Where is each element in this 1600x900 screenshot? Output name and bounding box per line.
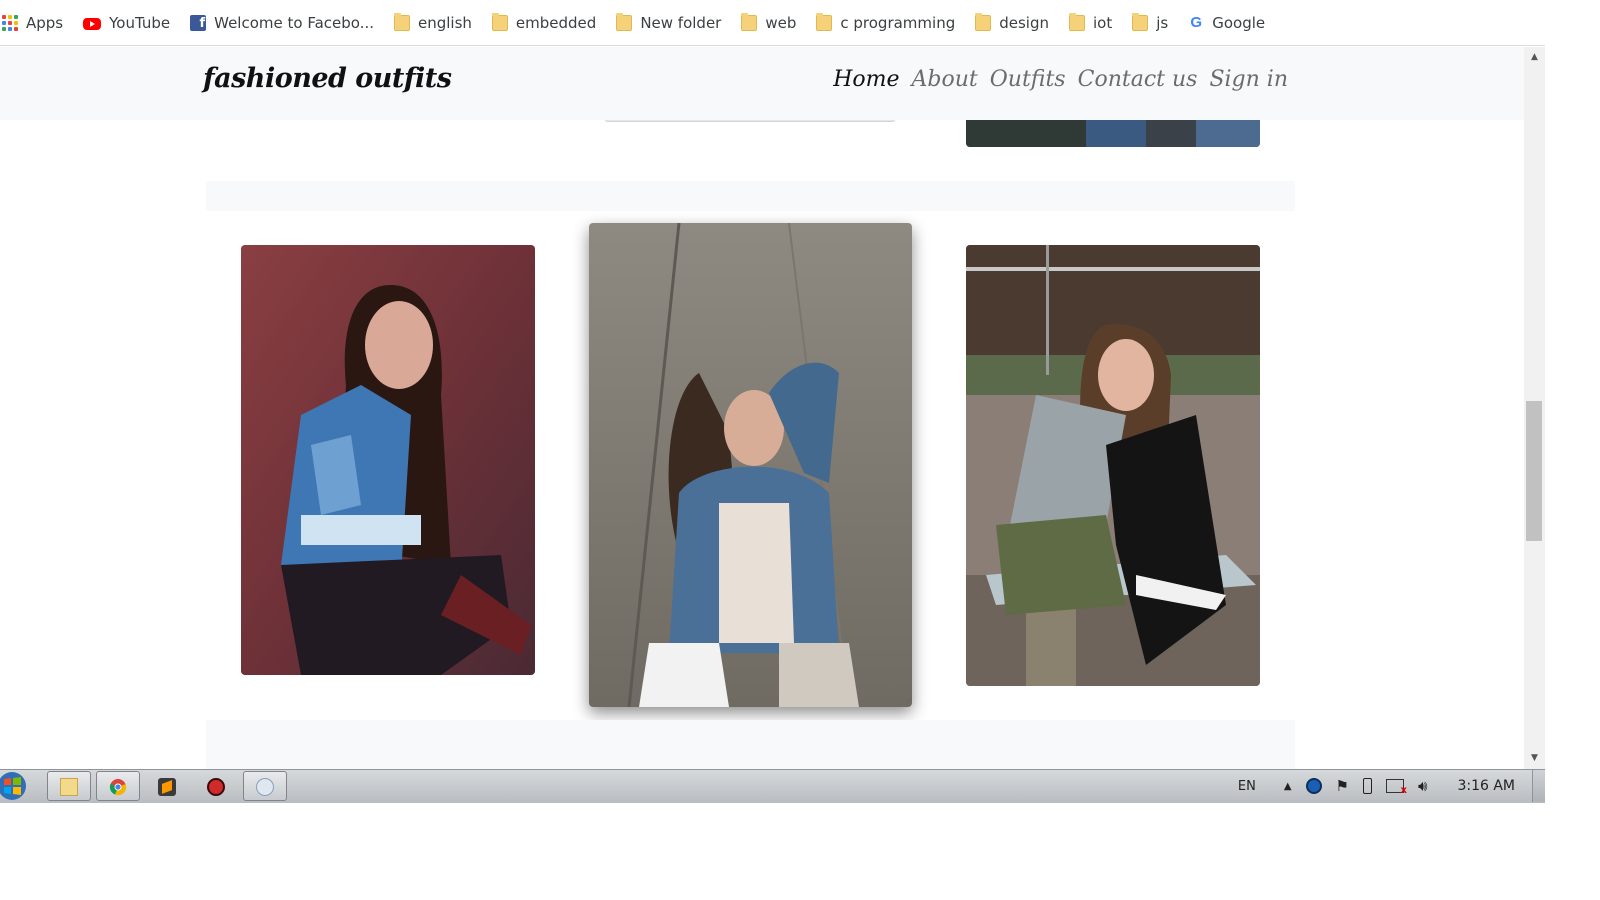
taskbar-chrome-button[interactable] bbox=[96, 771, 140, 801]
folder-icon bbox=[1069, 12, 1085, 31]
folder-icon bbox=[394, 12, 410, 31]
taskbar-sublime-button[interactable] bbox=[145, 771, 189, 801]
section-divider bbox=[206, 720, 1295, 769]
bookmark-label: js bbox=[1156, 13, 1169, 32]
system-tray: EN ▲ ⚑ x 🔊︎ 3:16 AM bbox=[1224, 770, 1545, 802]
bookmark-label: c programming bbox=[840, 13, 956, 32]
scrollbar-thumb[interactable] bbox=[1526, 401, 1542, 541]
bookmark-folder-c-programming[interactable]: c programming bbox=[806, 0, 965, 46]
ccleaner-icon[interactable] bbox=[1305, 778, 1322, 794]
site-navbar: fashioned outfits Home About Outfits Con… bbox=[0, 47, 1524, 120]
volume-icon[interactable]: 🔊︎ bbox=[1418, 777, 1427, 795]
bookmark-label: Google bbox=[1212, 13, 1266, 32]
nav-home[interactable]: Home bbox=[833, 67, 899, 92]
scroll-down-arrow-icon[interactable]: ▼ bbox=[1524, 750, 1545, 767]
sublime-text-icon bbox=[158, 778, 176, 796]
nav-sign-in[interactable]: Sign in bbox=[1209, 67, 1288, 92]
start-button[interactable] bbox=[0, 770, 30, 802]
nav-contact-us[interactable]: Contact us bbox=[1078, 67, 1198, 92]
bookmark-facebook[interactable]: f Welcome to Facebo... bbox=[180, 0, 384, 46]
folder-icon bbox=[616, 12, 633, 31]
gallery-photo-denim-pavement[interactable] bbox=[589, 223, 912, 707]
folder-icon bbox=[741, 12, 758, 31]
chrome-icon bbox=[109, 779, 127, 796]
bookmarks-bar: Apps YouTube f Welcome to Facebo... engl… bbox=[0, 0, 1545, 46]
explorer-icon bbox=[60, 778, 78, 796]
taskbar-paint-button[interactable] bbox=[243, 771, 287, 801]
bookmark-label: iot bbox=[1093, 13, 1113, 32]
bookmark-label: New folder bbox=[640, 13, 722, 32]
facebook-icon: f bbox=[190, 14, 207, 31]
folder-icon bbox=[491, 12, 508, 31]
paint-icon bbox=[256, 778, 274, 796]
show-desktop-button[interactable] bbox=[1532, 770, 1545, 802]
apps-grid-icon bbox=[2, 14, 18, 31]
nav-about[interactable]: About bbox=[912, 67, 978, 92]
taskbar-explorer-button[interactable] bbox=[47, 771, 91, 801]
folder-icon bbox=[816, 12, 833, 31]
page-viewport[interactable]: fashioned outfits Home About Outfits Con… bbox=[0, 47, 1524, 769]
bookmark-google[interactable]: G Google bbox=[1178, 0, 1275, 46]
taskbar-app-button[interactable] bbox=[194, 771, 238, 801]
show-hidden-icons-icon[interactable]: ▲ bbox=[1284, 781, 1292, 792]
windows-taskbar: EN ▲ ⚑ x 🔊︎ 3:16 AM bbox=[0, 769, 1545, 803]
bookmark-youtube[interactable]: YouTube bbox=[73, 0, 180, 46]
action-center-flag-icon[interactable]: ⚑ bbox=[1336, 777, 1349, 795]
network-disconnected-icon[interactable]: x bbox=[1386, 779, 1407, 796]
bookmark-label: Welcome to Facebo... bbox=[214, 13, 374, 32]
bookmark-folder-design[interactable]: design bbox=[965, 0, 1059, 46]
bookmark-label: YouTube bbox=[109, 13, 171, 32]
gallery-photo-denim-wall[interactable] bbox=[241, 245, 535, 675]
app-red-icon bbox=[207, 778, 225, 796]
windows-logo-icon bbox=[0, 772, 26, 800]
bookmark-label: design bbox=[999, 13, 1049, 32]
bookmark-folder-js[interactable]: js bbox=[1122, 0, 1178, 46]
bookmark-label: english bbox=[418, 13, 472, 32]
page-scrollbar[interactable]: ▲ ▼ bbox=[1524, 47, 1545, 769]
battery-icon[interactable] bbox=[1363, 778, 1372, 794]
bookmark-folder-embedded[interactable]: embedded bbox=[482, 0, 606, 46]
bookmark-label: web bbox=[765, 13, 797, 32]
youtube-icon bbox=[83, 17, 102, 30]
clock-time[interactable]: 3:16 AM bbox=[1457, 778, 1515, 794]
section-divider bbox=[206, 181, 1295, 211]
folder-icon bbox=[1132, 12, 1149, 31]
gallery-photo-bench[interactable] bbox=[966, 245, 1260, 686]
brand-logo[interactable]: fashioned outfits bbox=[203, 63, 452, 94]
bookmark-label: Apps bbox=[26, 13, 64, 32]
main-nav: Home About Outfits Contact us Sign in bbox=[833, 67, 1288, 92]
folder-icon bbox=[975, 12, 992, 31]
language-indicator[interactable]: EN bbox=[1238, 779, 1256, 794]
bookmark-label: embedded bbox=[515, 13, 597, 32]
scroll-up-arrow-icon[interactable]: ▲ bbox=[1524, 49, 1545, 66]
bookmark-folder-new-folder[interactable]: New folder bbox=[606, 0, 731, 46]
google-icon: G bbox=[1190, 13, 1203, 31]
bookmark-folder-english[interactable]: english bbox=[384, 0, 482, 46]
bookmark-apps[interactable]: Apps bbox=[0, 0, 73, 46]
bookmark-folder-iot[interactable]: iot bbox=[1059, 0, 1122, 46]
nav-outfits[interactable]: Outfits bbox=[990, 67, 1066, 92]
bookmark-folder-web[interactable]: web bbox=[731, 0, 806, 46]
